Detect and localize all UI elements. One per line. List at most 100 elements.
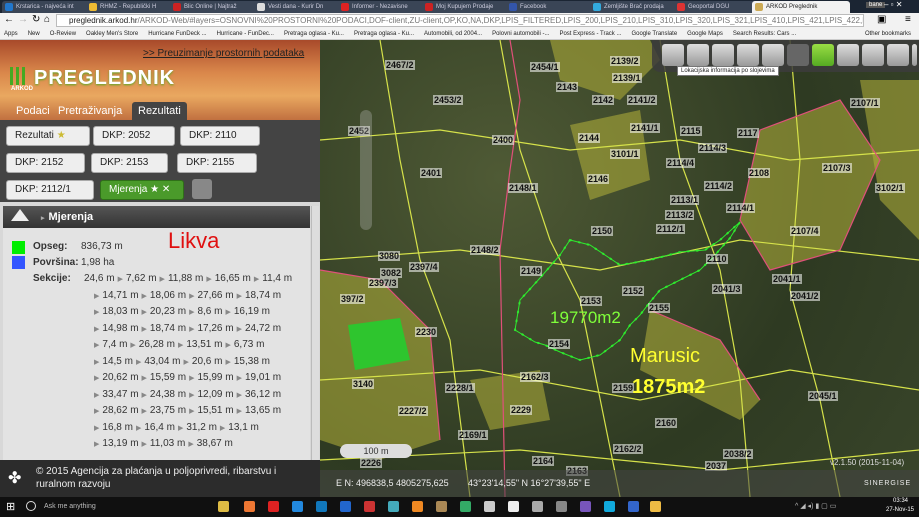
chip-dkp[interactable]: DKP: 2052 <box>93 126 175 146</box>
parcel-label[interactable]: 2045/1 <box>808 391 838 401</box>
parcel-label[interactable]: 2113/1 <box>670 195 700 205</box>
parcel-label[interactable]: 2143 <box>556 82 579 92</box>
parcel-label[interactable]: 2041/3 <box>712 284 742 294</box>
parcel-label[interactable]: 2139/1 <box>612 73 642 83</box>
parcel-label[interactable]: 2144 <box>578 133 601 143</box>
extension-icon[interactable]: ▣ <box>877 14 886 25</box>
parcel-label[interactable]: 2139/2 <box>610 56 640 66</box>
globe-button[interactable] <box>862 44 884 66</box>
parcel-label[interactable]: 2229 <box>510 405 533 415</box>
parcel-label[interactable]: 2160 <box>655 418 678 428</box>
chip-dkp[interactable]: DKP: 2152 <box>6 153 85 173</box>
app-icon[interactable] <box>628 501 639 512</box>
measure-button[interactable] <box>812 44 834 66</box>
parcel-label[interactable]: 2114/3 <box>698 143 728 153</box>
firefox-icon[interactable] <box>244 501 255 512</box>
chip-rezultati[interactable]: Rezultati ★ <box>6 126 90 146</box>
chip-dkp[interactable]: DKP: 2112/1 <box>6 180 94 200</box>
tab-rezultati[interactable]: Rezultati <box>132 102 187 120</box>
home-view-button[interactable] <box>687 44 709 66</box>
app-icon[interactable] <box>388 501 399 512</box>
previous-extent-button[interactable] <box>762 44 784 66</box>
bookmark[interactable]: New <box>28 29 40 40</box>
skype-icon[interactable] <box>604 501 615 512</box>
app-icon[interactable] <box>556 501 567 512</box>
chip-dkp[interactable]: DKP: 2155 <box>177 153 257 173</box>
user-badge[interactable]: bane <box>866 2 886 8</box>
vlc-icon[interactable] <box>412 501 423 512</box>
bookmark[interactable]: O-Review <box>50 29 76 40</box>
bookmark[interactable]: Search Results: Cars ... <box>733 29 796 40</box>
parcel-label[interactable]: 2107/1 <box>850 98 880 108</box>
parcel-label[interactable]: 2113/2 <box>665 210 695 220</box>
parcel-label[interactable]: 2141/1 <box>630 123 660 133</box>
app-icon[interactable] <box>436 501 447 512</box>
parcel-label[interactable]: 2162/3 <box>520 372 550 382</box>
chip-dkp[interactable]: DKP: 2110 <box>180 126 260 146</box>
parcel-label[interactable]: 2146 <box>587 174 610 184</box>
parcel-label[interactable]: 2152 <box>622 286 645 296</box>
parcel-label[interactable]: 2453/2 <box>433 95 463 105</box>
parcel-label[interactable]: 2108 <box>748 168 771 178</box>
chip-mjerenja[interactable]: Mjerenja ★ ✕ <box>100 180 184 200</box>
parcel-label[interactable]: 2115 <box>680 126 702 136</box>
menu-icon[interactable]: ≡ <box>905 14 911 25</box>
outlook-icon[interactable] <box>316 501 327 512</box>
parcel-label[interactable]: 2159 <box>612 383 635 393</box>
cortana-icon[interactable] <box>26 501 36 511</box>
window-controls[interactable]: – ▫ ✕ <box>884 0 902 9</box>
calculator-icon[interactable] <box>484 501 495 512</box>
parcel-label[interactable]: 2041/1 <box>772 274 802 284</box>
parcel-label[interactable]: 2112/1 <box>656 224 686 234</box>
download-spatial-data-link[interactable]: >> Preuzimanje prostornih podataka <box>143 48 304 59</box>
bookmark[interactable]: Hurricane FunDeck ... <box>148 29 206 40</box>
parcel-label[interactable]: 2107/3 <box>822 163 852 173</box>
parcel-label[interactable]: 2164 <box>532 456 555 466</box>
location-info-button[interactable] <box>662 44 684 66</box>
parcel-label[interactable]: 2141/2 <box>627 95 657 105</box>
app-icon[interactable] <box>364 501 375 512</box>
measure-area-button[interactable] <box>837 44 859 66</box>
parcel-label[interactable]: 2107/4 <box>790 226 820 236</box>
viber-icon[interactable] <box>580 501 591 512</box>
bookmark[interactable]: Google Maps <box>687 29 723 40</box>
parcel-label[interactable]: 2117 <box>737 128 759 138</box>
bookmark[interactable]: Hurricane - FunDec... <box>217 29 274 40</box>
parcel-label[interactable]: 2041/2 <box>790 291 820 301</box>
parcel-label[interactable]: 397/2 <box>340 294 365 304</box>
app-icon[interactable] <box>460 501 471 512</box>
tab-pretrazivanja[interactable]: Pretraživanja <box>54 102 126 120</box>
parcel-label[interactable]: 2169/1 <box>458 430 488 440</box>
parcel-label[interactable]: 2150 <box>591 226 614 236</box>
parcel-label[interactable]: 2162/2 <box>613 444 643 454</box>
file-explorer-icon[interactable] <box>650 501 661 512</box>
zoom-in-button[interactable] <box>712 44 734 66</box>
bookmark[interactable]: Oakley Men's Store <box>86 29 138 40</box>
bookmark[interactable]: Apps <box>4 29 18 40</box>
parcel-label[interactable]: 3101/1 <box>610 149 640 159</box>
parcel-label[interactable]: 2110 <box>706 254 728 264</box>
bookmark[interactable]: Pretraga oglasa - Ku... <box>284 29 344 40</box>
parcel-label[interactable]: 3082 <box>380 268 403 278</box>
system-tray-icons[interactable]: ^ ◢ ◂) ▮ ▢ ▭ <box>795 502 836 510</box>
parcel-label[interactable]: 2467/2 <box>385 60 415 70</box>
print-button[interactable] <box>887 44 909 66</box>
app-icon[interactable] <box>340 501 351 512</box>
bookmark[interactable]: Google Translate <box>631 29 677 40</box>
parcel-label[interactable]: 2397/3 <box>368 278 398 288</box>
parcel-label[interactable]: 2227/2 <box>398 406 428 416</box>
parcel-label[interactable]: 3080 <box>378 251 401 261</box>
bookmark[interactable]: Automobili, od 2004... <box>424 29 482 40</box>
chip-dkp[interactable]: DKP: 2153 <box>91 153 168 173</box>
url-input[interactable]: preglednik.arkod.hr/ARKOD-Web/#layers=OS… <box>56 14 864 27</box>
parcel-label[interactable]: 2114/1 <box>726 203 756 213</box>
parcel-label[interactable]: 2142 <box>592 95 615 105</box>
windows-start-icon[interactable]: ⊞ <box>6 500 15 513</box>
back-icon[interactable]: ← <box>4 14 14 25</box>
parcel-label[interactable]: 2148/1 <box>508 183 538 193</box>
parcel-label[interactable]: 3140 <box>352 379 375 389</box>
pan-button[interactable] <box>787 44 809 66</box>
map-view[interactable]: 2467/2 2454/1 2139/2 2139/1 2453/2 2143 2142 21… <box>320 40 919 497</box>
bookmark[interactable]: Polovni automobili -... <box>492 29 549 40</box>
reload-icon[interactable]: ↻ <box>32 14 40 25</box>
